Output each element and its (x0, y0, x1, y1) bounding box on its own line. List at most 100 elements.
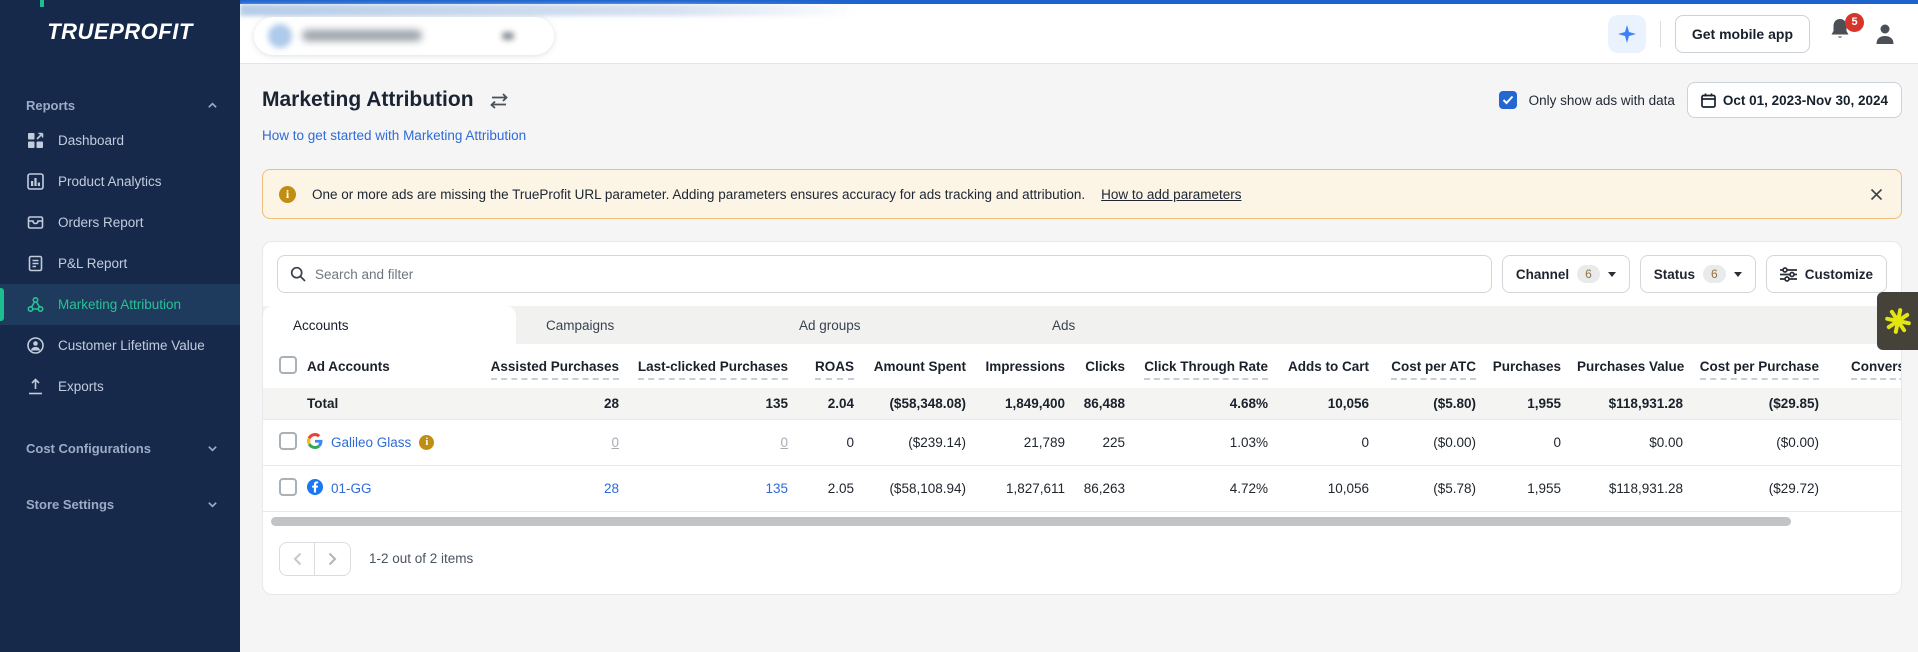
prev-page-button[interactable] (279, 542, 315, 576)
metric-value: 0 (1553, 435, 1561, 450)
banner-link[interactable]: How to add parameters (1101, 187, 1241, 202)
metric-link[interactable]: 0 (780, 435, 788, 450)
brand-logo[interactable]: TRUEPROFIT (0, 0, 240, 64)
sidebar-item-customer-lifetime-value[interactable]: Customer Lifetime Value (0, 325, 240, 366)
only-show-ads-checkbox[interactable] (1499, 91, 1517, 109)
column-header-cost-per-purchase[interactable]: Cost per Purchase (1699, 344, 1835, 388)
store-avatar (268, 24, 292, 48)
metric-cell: 28 (467, 465, 635, 511)
tab-accounts[interactable]: Accounts (263, 306, 516, 344)
sidebar-section-label: Store Settings (26, 497, 114, 512)
user-icon[interactable] (1872, 21, 1898, 47)
logo-arrow-icon (34, 0, 50, 9)
sidebar-item-label: Marketing Attribution (58, 297, 181, 312)
get-mobile-app-button[interactable]: Get mobile app (1675, 15, 1810, 53)
metric-link[interactable]: 0 (611, 435, 619, 450)
info-icon[interactable]: i (419, 435, 434, 450)
column-header-assisted-purchases[interactable]: Assisted Purchases (467, 344, 635, 388)
horizontal-scrollbar[interactable] (271, 517, 1893, 527)
metric-value: ($5.78) (1433, 481, 1476, 496)
account-link[interactable]: 01-GG (331, 481, 372, 496)
metric-value: 225 (1102, 435, 1125, 450)
status-filter-button[interactable]: Status 6 (1640, 255, 1756, 293)
sidebar-item-exports[interactable]: Exports (0, 366, 240, 407)
sidebar-item-orders-report[interactable]: Orders Report (0, 202, 240, 243)
floating-widget-button[interactable] (1877, 292, 1918, 350)
check-icon (1502, 95, 1514, 105)
column-header-roas[interactable]: ROAS (804, 344, 870, 388)
sidebar-item-product-analytics[interactable]: Product Analytics (0, 161, 240, 202)
column-header-ad-accounts[interactable]: Ad Accounts (307, 344, 467, 388)
customize-button[interactable]: Customize (1766, 255, 1887, 293)
sidebar-item-label: Exports (58, 379, 104, 394)
swap-icon[interactable] (488, 93, 510, 109)
column-header-impressions[interactable]: Impressions (982, 344, 1081, 388)
customize-label: Customize (1805, 267, 1873, 282)
chevron-down-icon (502, 32, 514, 40)
row-checkbox[interactable] (279, 432, 297, 450)
metric-cell: $0.00 (1577, 419, 1699, 465)
notification-badge: 5 (1845, 13, 1864, 32)
tab-ad-groups[interactable]: Ad groups (769, 306, 1022, 344)
column-header-clicks[interactable]: Clicks (1081, 344, 1141, 388)
row-checkbox[interactable] (279, 478, 297, 496)
tab-campaigns[interactable]: Campaigns (516, 306, 769, 344)
metric-cell: 225 (1081, 419, 1141, 465)
column-header-purchases[interactable]: Purchases (1492, 344, 1577, 388)
next-page-button[interactable] (315, 542, 351, 576)
channel-filter-button[interactable]: Channel 6 (1502, 255, 1630, 293)
total-row: Total281352.04($58,348.08)1,849,40086,48… (263, 388, 1901, 419)
ai-sparkle-button[interactable] (1608, 15, 1646, 53)
search-input[interactable] (315, 267, 1479, 282)
date-range-button[interactable]: Oct 01, 2023-Nov 30, 2024 (1687, 82, 1902, 118)
metric-link[interactable]: 135 (765, 481, 788, 496)
brand-logo-text: TRUEPROFIT (47, 19, 193, 45)
column-header-amount-spent[interactable]: Amount Spent (870, 344, 982, 388)
total-cell: 10,056 (1284, 388, 1385, 419)
close-icon[interactable] (1870, 188, 1883, 201)
sidebar-section-cost-configurations[interactable]: Cost Configurations (0, 433, 240, 463)
calendar-icon (1701, 93, 1716, 108)
metric-cell: ($0.00) (1699, 419, 1835, 465)
metric-value: 1,955 (1527, 481, 1561, 496)
attribution-card: Channel 6 Status 6 Customize AccountsCam (262, 241, 1902, 595)
page-title: Marketing Attribution (262, 88, 474, 112)
column-header-conversion[interactable]: Conversion (1835, 344, 1901, 388)
column-header-cost-per-atc[interactable]: Cost per ATC (1385, 344, 1492, 388)
sidebar-section-label: Reports (26, 98, 75, 113)
sidebar-item-marketing-attribution[interactable]: Marketing Attribution (0, 284, 240, 325)
tab-ads[interactable]: Ads (1022, 306, 1275, 344)
search-box[interactable] (277, 255, 1492, 293)
metric-cell: 10,056 (1284, 465, 1385, 511)
caret-down-icon (1734, 272, 1742, 277)
caret-down-icon (1608, 272, 1616, 277)
metric-cell: 1,827,611 (982, 465, 1081, 511)
google-icon (307, 433, 323, 452)
notifications-button[interactable]: 5 (1828, 17, 1858, 51)
sidebar-section-store-settings[interactable]: Store Settings (0, 489, 240, 519)
column-header-purchases-value[interactable]: Purchases Value (1577, 344, 1699, 388)
column-header-last-clicked-purchases[interactable]: Last-clicked Purchases (635, 344, 804, 388)
sidebar-item-label: Customer Lifetime Value (58, 338, 205, 353)
column-header-click-through-rate[interactable]: Click Through Rate (1141, 344, 1284, 388)
sidebar-item-p-l-report[interactable]: P&L Report (0, 243, 240, 284)
sidebar-item-dashboard[interactable]: Dashboard (0, 120, 240, 161)
metric-link[interactable]: 28 (604, 481, 619, 496)
status-filter-label: Status (1654, 267, 1695, 282)
scrollbar-thumb[interactable] (271, 517, 1791, 526)
select-all-checkbox[interactable] (279, 356, 297, 374)
topbar: Get mobile app 5 (240, 4, 1918, 64)
sidebar-section-reports[interactable]: Reports (0, 90, 240, 120)
dashboard-icon (26, 132, 44, 150)
analytics-icon (26, 173, 44, 191)
status-count-badge: 6 (1703, 265, 1726, 283)
metric-value: 86,263 (1084, 481, 1125, 496)
column-header-adds-to-cart[interactable]: Adds to Cart (1284, 344, 1385, 388)
total-label: Total (307, 388, 467, 419)
guide-link[interactable]: How to get started with Marketing Attrib… (262, 128, 526, 143)
total-cell: 1,955 (1492, 388, 1577, 419)
facebook-icon (307, 479, 323, 498)
store-selector[interactable] (254, 17, 554, 55)
account-link[interactable]: Galileo Glass (331, 435, 411, 450)
table-row: Galileo Glassi000($239.14)21,7892251.03%… (263, 419, 1901, 465)
